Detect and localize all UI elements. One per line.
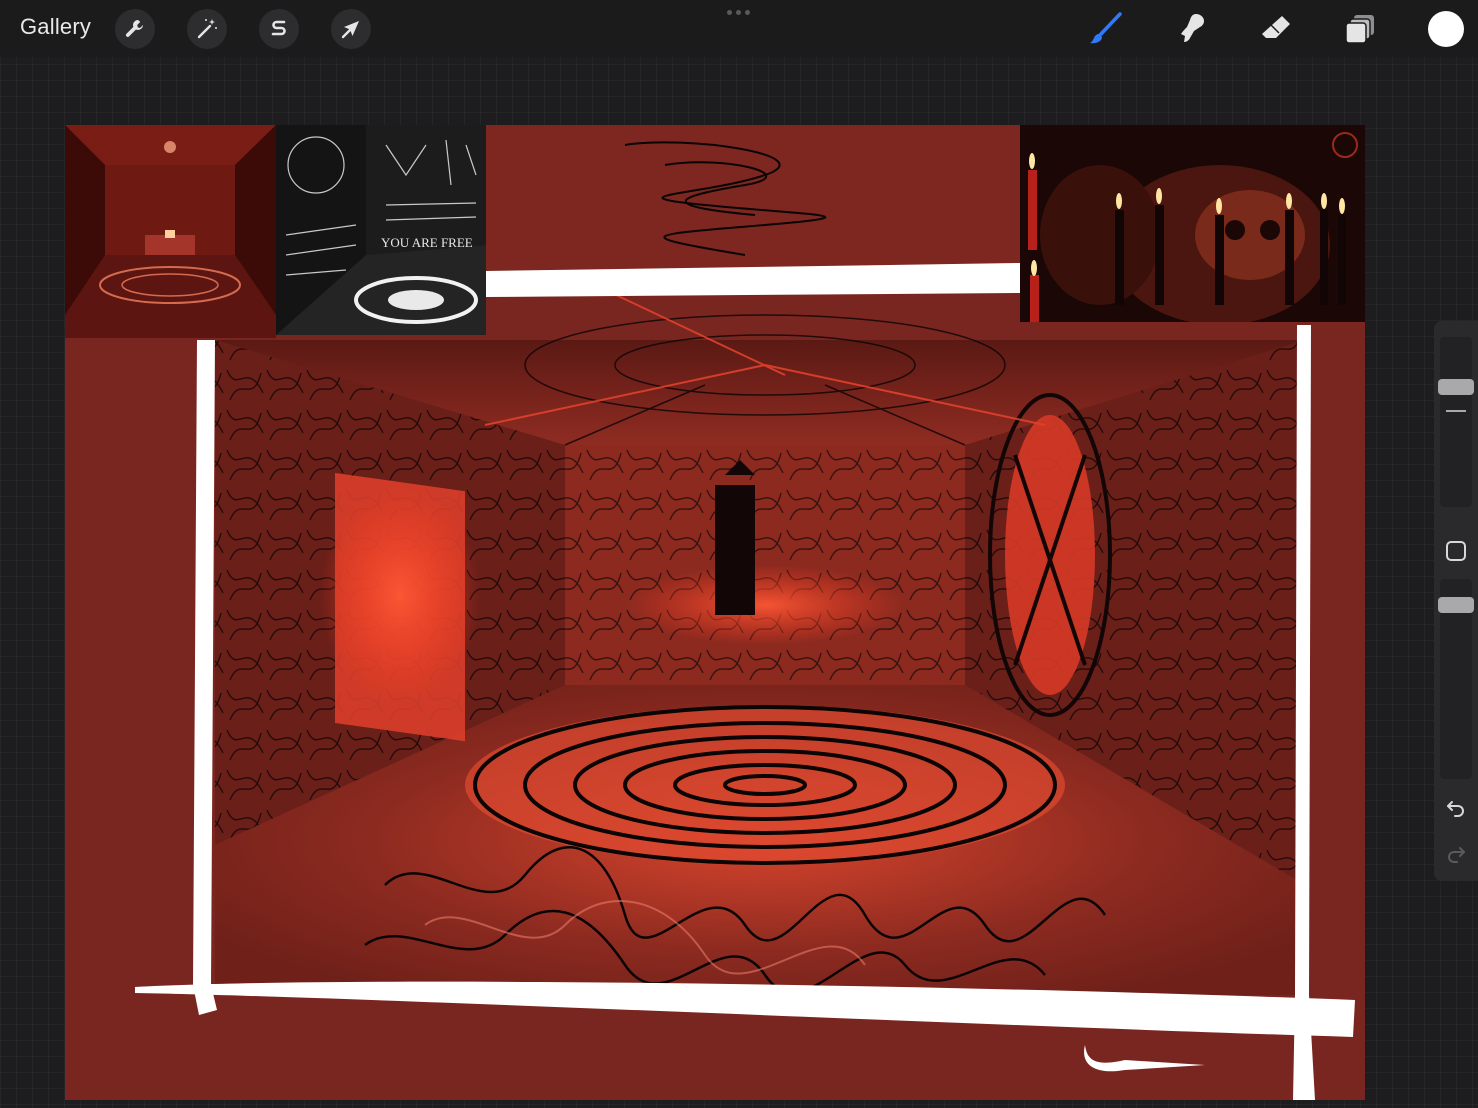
opacity-slider[interactable] (1438, 579, 1474, 779)
modify-button[interactable] (1444, 539, 1468, 563)
undo-button[interactable] (1444, 795, 1468, 819)
brush-size-thumb[interactable] (1438, 379, 1474, 395)
candles-photo (1020, 125, 1365, 322)
rune-wall-text: YOU ARE FREE (381, 235, 473, 250)
layers-icon (1345, 15, 1374, 44)
size-tick (1446, 410, 1466, 412)
drawing-canvas[interactable]: YOU ARE FREE (65, 125, 1365, 1100)
actions-button[interactable] (115, 9, 155, 49)
eraser-icon (1262, 16, 1290, 38)
redo-icon (1448, 847, 1465, 863)
opacity-thumb[interactable] (1438, 597, 1474, 613)
eraser-tool-button[interactable] (1257, 10, 1295, 48)
smudge-tool-button[interactable] (1172, 10, 1210, 48)
magic-wand-icon (197, 19, 217, 39)
undo-icon (1447, 801, 1464, 817)
top-toolbar: Gallery (0, 0, 1478, 57)
smudge-icon (1181, 14, 1204, 42)
more-grabber[interactable] (727, 10, 750, 15)
layers-button[interactable] (1342, 10, 1380, 48)
wrench-icon (125, 20, 143, 37)
color-picker-button[interactable] (1428, 11, 1464, 47)
candles-skull-reference[interactable] (1020, 125, 1365, 322)
redo-button[interactable] (1444, 841, 1468, 865)
brush-tool-button[interactable] (1087, 10, 1125, 48)
selection-s-icon (271, 20, 286, 36)
red-temple-reference[interactable] (65, 125, 276, 338)
arrow-cursor-icon (341, 21, 359, 39)
transform-button[interactable] (331, 9, 371, 49)
gallery-button[interactable]: Gallery (20, 14, 91, 40)
brush-sidebar (1434, 321, 1478, 881)
adjustments-button[interactable] (187, 9, 227, 49)
black-rune-room-reference[interactable]: YOU ARE FREE (276, 125, 486, 335)
brush-icon (1090, 12, 1122, 44)
square-icon (1446, 541, 1466, 561)
red-temple-photo (65, 125, 276, 338)
brush-size-slider[interactable] (1438, 337, 1474, 507)
rune-room-photo: YOU ARE FREE (276, 125, 486, 335)
selection-button[interactable] (259, 9, 299, 49)
